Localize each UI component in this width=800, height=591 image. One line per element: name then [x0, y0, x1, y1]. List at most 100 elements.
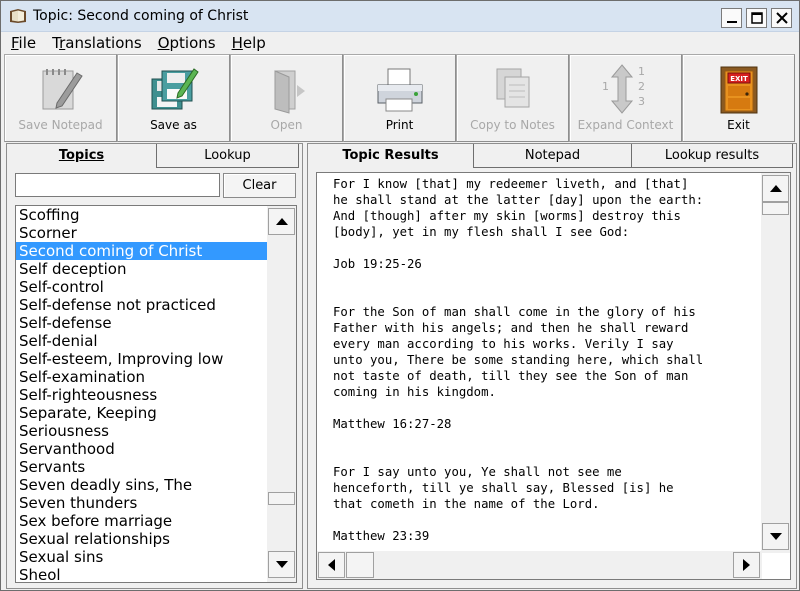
open-button[interactable]: Open [230, 54, 343, 142]
menu-help-label: elp [242, 34, 266, 52]
maximize-icon [750, 12, 763, 24]
print-button[interactable]: Print [343, 54, 456, 142]
svg-text:1: 1 [602, 80, 609, 93]
topic-list-item[interactable]: Self-defense not practiced [16, 296, 267, 314]
arrow-right-icon [743, 559, 750, 571]
topic-list-item[interactable]: Servanthood [16, 440, 267, 458]
svg-text:2: 2 [638, 80, 645, 93]
expand-context-label: Expand Context [577, 118, 674, 132]
svg-text:EXIT: EXIT [730, 75, 748, 83]
scroll-thumb[interactable] [268, 492, 295, 505]
save-notepad-button[interactable]: Save Notepad [4, 54, 117, 142]
topic-search-input[interactable] [15, 173, 220, 197]
topic-list-item[interactable]: Self-defense [16, 314, 267, 332]
copy-pages-icon [496, 68, 529, 108]
topic-list-scrollbar[interactable] [267, 206, 296, 582]
topic-list-item[interactable]: Scoffing [16, 206, 267, 224]
copy-to-notes-button[interactable]: Copy to Notes [456, 54, 569, 142]
svg-text:3: 3 [638, 95, 645, 108]
save-as-label: Save as [150, 118, 197, 132]
close-button[interactable] [771, 8, 792, 28]
results-scroll-right-button[interactable] [733, 552, 760, 578]
topic-list-item[interactable]: Seven thunders [16, 494, 267, 512]
minimize-icon [726, 21, 737, 23]
topic-list-item[interactable]: Self-denial [16, 332, 267, 350]
menu-file-mnemonic: F [11, 34, 19, 52]
tab-lookup[interactable]: Lookup [157, 144, 299, 168]
topic-list[interactable]: Scoffing Scorner Second coming of Christ Se… [15, 205, 297, 583]
right-panel: Topic Results Notepad Lookup results For… [307, 143, 797, 589]
window-title: Topic: Second coming of Christ [33, 8, 249, 24]
results-scroll-up-button[interactable] [762, 175, 789, 202]
left-panel: Topics Lookup Clear Scoffing Scorner Secon… [6, 143, 303, 589]
menu-file[interactable]: File [5, 32, 42, 54]
arrow-left-icon [328, 559, 335, 571]
tab-notepad[interactable]: Notepad [474, 144, 632, 168]
menu-translations[interactable]: Translations [46, 32, 148, 54]
results-scroll-down-button[interactable] [762, 523, 789, 550]
copy-to-notes-label: Copy to Notes [470, 118, 555, 132]
menu-help[interactable]: Help [226, 32, 272, 54]
menu-file-label: ile [18, 34, 37, 52]
topic-list-item[interactable]: Sexual relationships [16, 530, 267, 548]
results-hscroll-thumb[interactable] [346, 552, 374, 578]
save-as-button[interactable]: Save as [117, 54, 230, 142]
arrow-up-icon [769, 185, 782, 192]
exit-button[interactable]: EXIT Exit [682, 54, 795, 142]
tab-topics[interactable]: Topics [7, 144, 157, 168]
notepad-pencil-icon [42, 69, 83, 110]
arrow-down-icon [769, 533, 782, 540]
minimize-button[interactable] [721, 8, 742, 28]
expand-context-button[interactable]: 1 2 3 1 Expand Context [569, 54, 682, 142]
topic-list-item[interactable]: Separate, Keeping [16, 404, 267, 422]
expand-arrows-icon: 1 2 3 1 [602, 64, 645, 114]
topic-list-item[interactable]: Self-righteousness [16, 386, 267, 404]
topic-list-item[interactable]: Self deception [16, 260, 267, 278]
title-bar[interactable]: Topic: Second coming of Christ [1, 1, 799, 32]
clear-button[interactable]: Clear [223, 173, 296, 198]
svg-text:1: 1 [638, 65, 645, 78]
arrow-up-icon [275, 218, 288, 225]
toolbar: Save Notepad Save as Open Print Copy to … [4, 54, 798, 142]
results-scroll-left-button[interactable] [318, 552, 345, 578]
open-label: Open [270, 118, 303, 132]
scroll-down-button[interactable] [268, 551, 295, 578]
printer-icon [377, 68, 422, 112]
tab-lookup-results-label: Lookup results [664, 148, 760, 163]
results-vertical-scrollbar[interactable] [761, 173, 790, 553]
scroll-up-button[interactable] [268, 208, 295, 235]
results-text-area[interactable]: For I know [that] my redeemer liveth, an… [316, 172, 791, 580]
topic-list-item[interactable]: Seven deadly sins, The [16, 476, 267, 494]
topic-list-item[interactable]: Seriousness [16, 422, 267, 440]
topic-list-item[interactable]: Self-examination [16, 368, 267, 386]
topic-list-item[interactable]: Sheol [16, 566, 267, 582]
topic-list-item[interactable]: Self-esteem, Improving low [16, 350, 267, 368]
maximize-button[interactable] [746, 8, 767, 28]
results-scroll-thumb[interactable] [762, 202, 789, 215]
tab-topic-results[interactable]: Topic Results [308, 144, 474, 168]
save-notepad-label: Save Notepad [18, 118, 103, 132]
topic-list-item[interactable]: Sex before marriage [16, 512, 267, 530]
tab-topics-label: Topics [58, 148, 105, 163]
floppy-disks-icon [151, 68, 199, 110]
tab-notepad-label: Notepad [524, 148, 581, 163]
clear-label: Clear [242, 178, 277, 193]
exit-door-icon: EXIT [720, 66, 757, 114]
menu-options[interactable]: Options [152, 32, 222, 54]
topic-list-item[interactable]: Servants [16, 458, 267, 476]
tab-lookup-results[interactable]: Lookup results [632, 144, 793, 168]
right-tabs: Topic Results Notepad Lookup results [308, 144, 796, 169]
topic-list-item[interactable]: Sexual sins [16, 548, 267, 566]
menu-options-label: ptions [169, 34, 216, 52]
menu-options-mnemonic: O [157, 34, 170, 52]
results-text: For I know [that] my redeemer liveth, an… [333, 177, 704, 543]
menu-help-mnemonic: H [231, 34, 243, 52]
topic-list-item[interactable]: Self-control [16, 278, 267, 296]
close-icon [775, 12, 788, 24]
topic-list-item[interactable]: Scorner [16, 224, 267, 242]
topic-items: Scoffing Scorner Second coming of Christ Se… [16, 206, 296, 582]
results-horizontal-scrollbar[interactable] [317, 551, 762, 579]
topic-list-item[interactable]: Second coming of Christ [16, 242, 267, 260]
arrow-down-icon [275, 561, 288, 568]
tab-topic-results-label: Topic Results [342, 148, 439, 163]
